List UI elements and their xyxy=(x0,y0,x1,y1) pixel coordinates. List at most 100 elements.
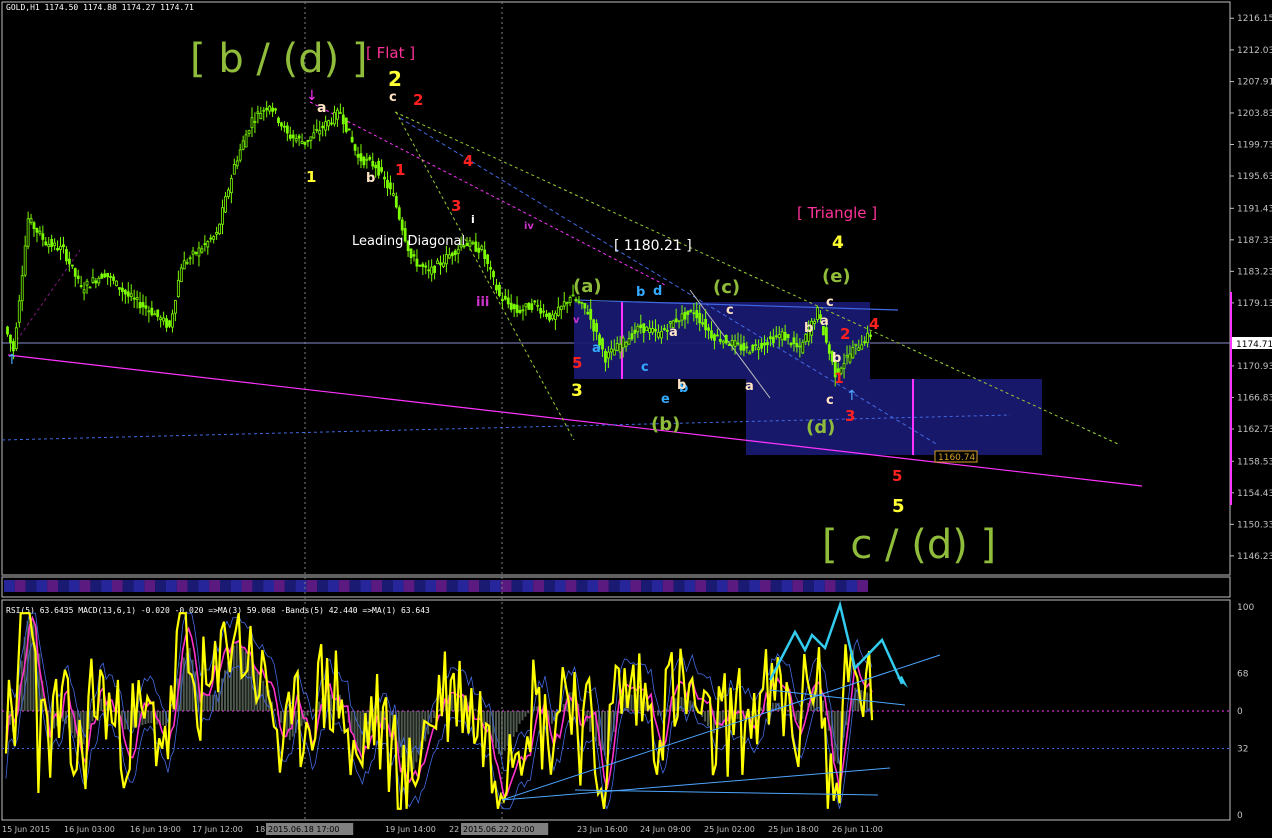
volume-bar xyxy=(695,580,706,592)
candle-body xyxy=(268,105,272,112)
candle-body xyxy=(165,318,168,328)
price-tick-label: 1199.73 xyxy=(1237,140,1272,150)
histogram-bar xyxy=(503,711,506,751)
candle-body xyxy=(11,341,15,352)
candle-body xyxy=(677,320,681,323)
volume-bar xyxy=(684,580,696,592)
candle-body xyxy=(745,346,749,349)
candle-body xyxy=(624,341,628,347)
volume-bar xyxy=(220,580,231,592)
candle-body xyxy=(179,267,183,283)
volume-bar xyxy=(14,580,26,592)
candle-body xyxy=(442,262,445,267)
candle-body xyxy=(639,324,643,329)
candle-body xyxy=(710,330,713,339)
candle-body xyxy=(559,305,563,311)
candle-body xyxy=(727,344,731,346)
candle-body xyxy=(692,312,696,315)
candle-body xyxy=(350,136,354,143)
candle-body xyxy=(386,179,389,189)
candle-body xyxy=(866,332,870,344)
candle-body xyxy=(362,156,366,166)
histogram-bar xyxy=(412,711,415,770)
candle-body xyxy=(760,342,763,349)
volume-bar xyxy=(554,580,566,592)
candle-body xyxy=(29,218,33,223)
candle-body xyxy=(383,176,386,180)
volume-bar xyxy=(824,580,836,592)
candle-body xyxy=(312,132,316,139)
volume-bar xyxy=(662,580,674,592)
candle-body xyxy=(76,275,80,280)
volume-bar xyxy=(122,580,134,592)
candle-body xyxy=(73,268,77,277)
candle-body xyxy=(97,277,101,284)
indicator-tick-label: 68 xyxy=(1237,670,1249,680)
candle-body xyxy=(32,222,36,229)
volume-bar xyxy=(727,580,739,592)
volume-bar xyxy=(284,580,296,592)
histogram-bar xyxy=(162,711,165,726)
candle-body xyxy=(816,307,819,321)
wave-label: 3 xyxy=(451,197,461,215)
candle-body xyxy=(147,310,151,313)
candle-body xyxy=(288,134,292,139)
wave-label: iv xyxy=(524,221,534,232)
time-tick-label: 23 Jun 16:00 xyxy=(577,825,628,834)
wave-label: b xyxy=(832,351,841,366)
wave-label: iii xyxy=(476,295,489,310)
candle-body xyxy=(436,260,439,264)
down-arrow-icon: ↓ xyxy=(306,88,318,104)
candle-body xyxy=(94,280,98,284)
histogram-bar xyxy=(82,711,85,745)
indicator-tick-label: 0 xyxy=(1237,707,1243,717)
histogram-bar xyxy=(760,707,763,711)
wave-label: (d) xyxy=(806,417,835,438)
candle-body xyxy=(333,111,336,125)
price-tick-label: 1207.91 xyxy=(1237,78,1272,88)
histogram-bar xyxy=(150,711,153,724)
candle-body xyxy=(665,329,669,332)
volume-bar xyxy=(846,580,858,592)
price-tick-label: 1191.43 xyxy=(1237,204,1272,214)
candle-body xyxy=(285,125,289,134)
trading-chart[interactable]: 1216.15 1212.03 1207.91 1203.83 1199.73 1195.… xyxy=(0,0,1272,838)
histogram-bar xyxy=(306,711,309,716)
candle-body xyxy=(150,307,154,316)
candle-body xyxy=(144,305,148,309)
candle-body xyxy=(182,260,186,270)
candle-body xyxy=(100,273,104,279)
candle-body xyxy=(197,247,201,257)
price-tick-label: 1212.03 xyxy=(1237,46,1272,56)
wave-label: 2 xyxy=(413,91,423,109)
candle-body xyxy=(209,237,213,240)
candle-body xyxy=(171,313,174,328)
candle-body xyxy=(860,344,864,350)
volume-bar xyxy=(295,580,307,592)
candle-body xyxy=(857,347,861,351)
candle-body xyxy=(229,177,233,194)
last-price-label: 1174.71 xyxy=(1236,340,1272,350)
candle-body xyxy=(615,343,619,351)
candle-body xyxy=(103,273,107,278)
candle-body xyxy=(330,122,333,125)
candle-body xyxy=(633,329,637,334)
volume-bar xyxy=(414,580,426,592)
candle-body xyxy=(724,335,728,344)
candle-body xyxy=(536,304,540,307)
candle-body xyxy=(129,293,133,297)
volume-bar xyxy=(176,580,188,592)
histogram-bar xyxy=(274,708,277,711)
candle-body xyxy=(256,111,260,114)
candle-body xyxy=(321,125,325,129)
candle-body xyxy=(648,327,652,333)
candle-body xyxy=(827,344,831,354)
indicator-header: RSI(5) 63.6435 MACD(13,6,1) -0.020 -0.02… xyxy=(6,606,430,615)
time-tick-label: 25 Jun 18:00 xyxy=(768,825,819,834)
candle-body xyxy=(533,300,537,303)
candle-body xyxy=(62,244,65,248)
volume-bar xyxy=(90,580,102,592)
histogram-bar xyxy=(235,641,238,711)
candle-body xyxy=(707,327,710,331)
volume-bar xyxy=(619,580,631,592)
